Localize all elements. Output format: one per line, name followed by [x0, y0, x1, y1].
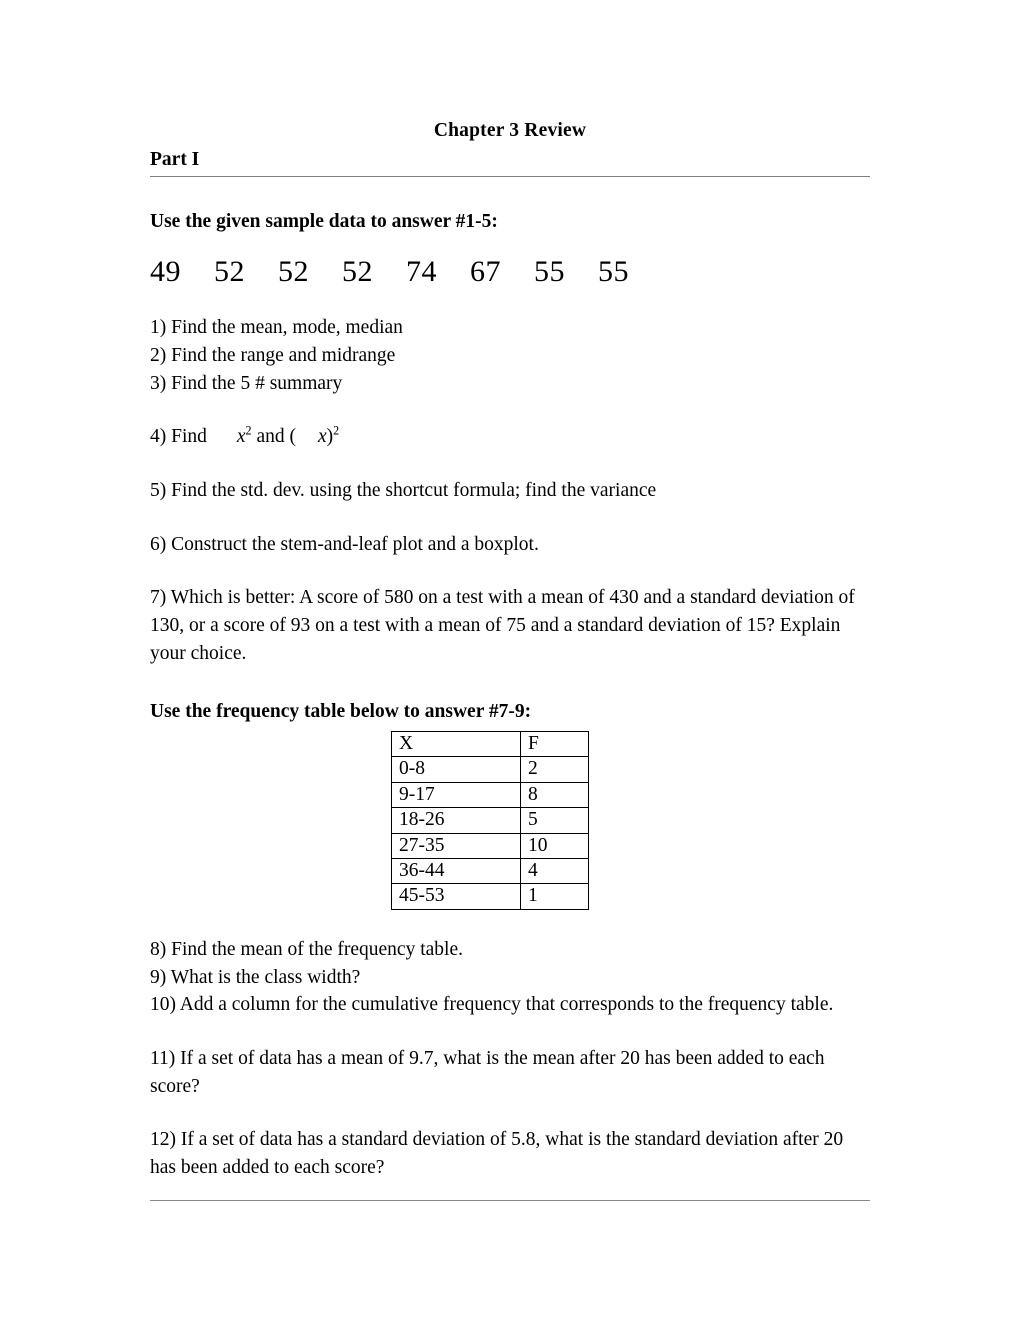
frequency-table-prompt: Use the frequency table below to answer … [150, 701, 532, 723]
table-row: 27-35 10 [391, 832, 589, 860]
question-12: 12) If a set of data has a standard devi… [150, 1129, 844, 1178]
question-group-1-3: 1) Find the mean, mode, median 2) Find t… [150, 314, 870, 397]
cell-class-interval: 27-35 [391, 832, 521, 860]
question-4-prefix: 4) Find [150, 426, 207, 448]
header-divider [150, 175, 870, 177]
frequency-table: X F 0-8 2 9-17 8 18-26 5 27-35 10 36-44 … [391, 730, 589, 910]
cell-class-interval: 9-17 [391, 781, 521, 809]
sample-data-values: 49 52 52 52 74 67 55 55 [150, 255, 629, 289]
column-header-x: X [391, 730, 521, 758]
cell-frequency: 8 [520, 781, 589, 809]
question-4-variable-2: x [318, 426, 327, 448]
table-row: 18-26 5 [391, 807, 589, 834]
cell-class-interval: 18-26 [391, 807, 521, 834]
question-4-variable-1: x [236, 426, 246, 448]
cell-frequency: 2 [520, 756, 589, 783]
table-row: 0-8 2 [391, 756, 589, 783]
question-group-8-10: 8) Find the mean of the frequency table.… [150, 936, 870, 1019]
question-4-exponent-2: 2 [333, 423, 340, 438]
question-4-exponent-1: 2 [245, 423, 252, 438]
question-9: 9) What is the class width? [150, 966, 361, 988]
footer-divider [150, 1200, 870, 1201]
column-header-f: F [520, 730, 589, 758]
question-7: 7) Which is better: A score of 580 on a … [150, 587, 855, 664]
document-page: Chapter 3 Review Part I Use the given sa… [0, 0, 1020, 1320]
cell-frequency: 1 [520, 883, 589, 910]
question-4-middle: and ( [256, 426, 296, 448]
table-row: 36-44 4 [391, 857, 589, 885]
page-content: Chapter 3 Review Part I Use the given sa… [150, 0, 870, 1182]
question-4: 4) Find x2 and (x)2 [150, 423, 870, 451]
frequency-table-wrapper: X F 0-8 2 9-17 8 18-26 5 27-35 10 36-44 … [391, 730, 870, 910]
question-3: 3) Find the 5 # summary [150, 372, 343, 394]
table-header-row: X F [391, 730, 589, 758]
question-2: 2) Find the range and midrange [150, 344, 396, 366]
question-1: 1) Find the mean, mode, median [150, 317, 403, 339]
cell-frequency: 5 [520, 807, 589, 834]
sample-data-prompt: Use the given sample data to answer #1-5… [150, 210, 498, 232]
question-6: 6) Construct the stem-and-leaf plot and … [150, 533, 539, 555]
table-row: 45-53 1 [391, 883, 589, 910]
question-5: 5) Find the std. dev. using the shortcut… [150, 480, 657, 501]
cell-class-interval: 36-44 [391, 857, 521, 885]
question-10: 10) Add a column for the cumulative freq… [150, 994, 834, 1016]
page-title: Chapter 3 Review [433, 120, 587, 141]
cell-class-interval: 45-53 [391, 883, 521, 910]
question-8: 8) Find the mean of the frequency table. [150, 938, 463, 960]
cell-class-interval: 0-8 [391, 756, 521, 783]
cell-frequency: 10 [520, 832, 589, 860]
question-11: 11) If a set of data has a mean of 9.7, … [150, 1047, 825, 1097]
frequency-table-body: X F 0-8 2 9-17 8 18-26 5 27-35 10 36-44 … [391, 730, 589, 910]
part-label: Part I [150, 149, 200, 171]
cell-frequency: 4 [520, 857, 589, 885]
table-row: 9-17 8 [391, 781, 589, 809]
